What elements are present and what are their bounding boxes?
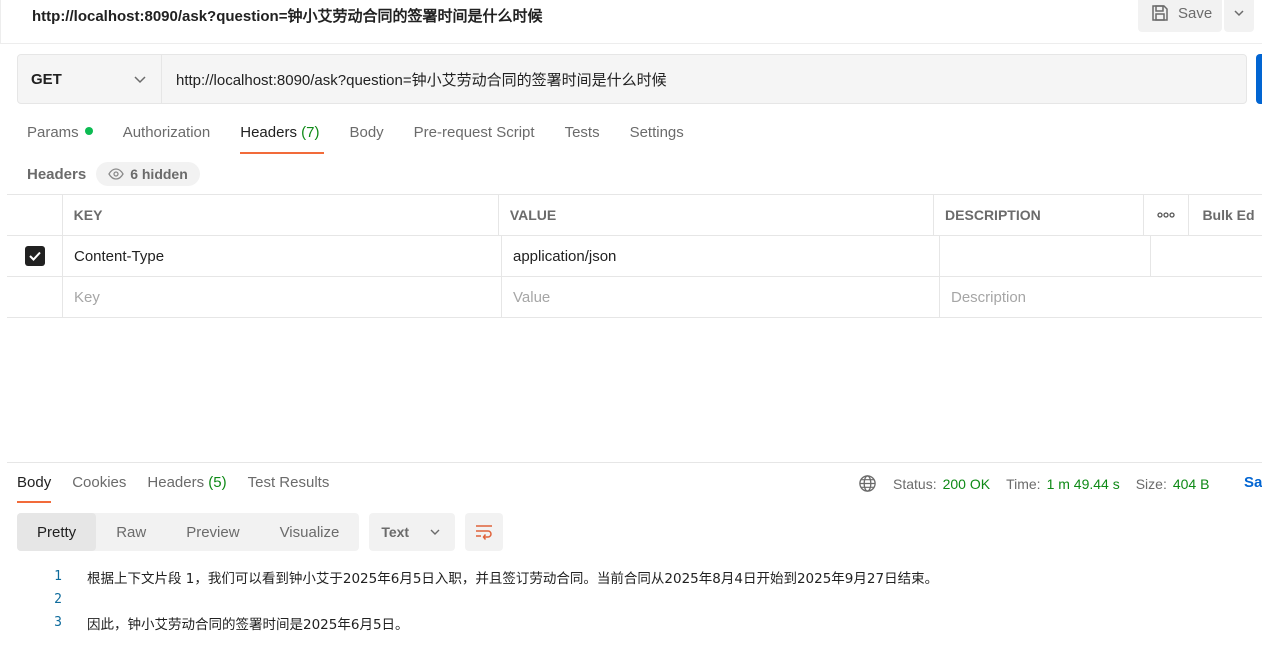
response-tab-body[interactable]: Body xyxy=(17,474,52,503)
method-select[interactable]: GET xyxy=(18,55,162,103)
save-button-label: Save xyxy=(1178,4,1213,22)
status-value[interactable]: 200 OK xyxy=(943,476,990,492)
chevron-down-icon xyxy=(430,529,440,535)
table-row-empty: Key Value Description xyxy=(7,277,1262,318)
response-status-bar: Status: 200 OK Time: 1 m 49.44 s Size: 4… xyxy=(858,474,1225,493)
tab-body[interactable]: Body xyxy=(349,124,383,154)
wrap-lines-icon xyxy=(476,525,493,540)
line-number: 2 xyxy=(54,592,62,607)
headers-section-label: Headers xyxy=(27,165,87,183)
tab-headers-label: Headers xyxy=(240,124,297,141)
column-value: VALUE xyxy=(499,195,935,235)
new-value-input[interactable]: Value xyxy=(502,277,940,317)
request-tabs: Params Authorization Headers (7) Body Pr… xyxy=(27,124,714,154)
tab-tests[interactable]: Tests xyxy=(565,124,600,154)
response-tabs: Body Cookies Headers (5) Test Results xyxy=(17,474,350,503)
response-tab-cookies[interactable]: Cookies xyxy=(72,474,126,503)
view-pretty-button[interactable]: Pretty xyxy=(17,513,97,551)
wrap-lines-button[interactable] xyxy=(465,513,504,551)
bulk-edit-button[interactable]: Bulk Ed xyxy=(1189,195,1262,235)
response-tab-headers-label: Headers xyxy=(147,474,205,491)
globe-icon[interactable] xyxy=(858,474,877,493)
response-tab-headers[interactable]: Headers (5) xyxy=(147,474,226,503)
code-line: 3 因此，钟小艾劳动合同的签署时间是2025年6月5日。 xyxy=(0,611,1262,634)
response-divider[interactable] xyxy=(7,462,1262,463)
time-value[interactable]: 1 m 49.44 s xyxy=(1047,476,1120,492)
request-header-bar: http://localhost:8090/ask?question=钟小艾劳动… xyxy=(0,0,1262,44)
column-options-button[interactable] xyxy=(1144,195,1190,235)
header-value-cell[interactable]: application/json xyxy=(502,236,940,276)
table-row: Content-Type application/json xyxy=(7,236,1262,277)
chevron-down-icon xyxy=(1234,10,1244,17)
column-key: KEY xyxy=(63,195,499,235)
tab-authorization[interactable]: Authorization xyxy=(123,124,211,154)
response-headers-count: (5) xyxy=(208,474,227,491)
tab-params[interactable]: Params xyxy=(27,124,93,154)
hidden-headers-toggle[interactable]: 6 hidden xyxy=(96,162,200,186)
tab-params-label: Params xyxy=(27,124,79,141)
params-indicator-dot xyxy=(84,127,93,135)
time-label: Time: xyxy=(1006,475,1041,492)
eye-icon xyxy=(108,168,124,180)
header-description-cell[interactable] xyxy=(940,236,1151,276)
request-title[interactable]: http://localhost:8090/ask?question=钟小艾劳动… xyxy=(32,5,542,26)
status-label: Status: xyxy=(893,475,937,492)
save-button[interactable]: Save xyxy=(1138,0,1222,32)
view-preview-button[interactable]: Preview xyxy=(166,513,259,551)
response-type-value: Text xyxy=(381,524,410,540)
line-number: 1 xyxy=(54,569,62,584)
tab-headers-count: (7) xyxy=(301,124,320,141)
save-response-button[interactable]: Sa xyxy=(1244,474,1262,491)
url-bar: GET xyxy=(17,54,1247,104)
new-description-input[interactable]: Description xyxy=(940,277,1151,317)
empty-checkbox-cell xyxy=(7,277,63,317)
line-text: 根据上下文片段 1，我们可以看到钟小艾于2025年6月5日入职，并且签订劳动合同… xyxy=(87,570,939,587)
send-button[interactable] xyxy=(1256,54,1262,104)
code-line: 2 xyxy=(0,588,1262,611)
headers-section-header: Headers 6 hidden xyxy=(27,162,200,186)
row-spacer xyxy=(1151,236,1197,276)
method-value: GET xyxy=(31,70,62,88)
response-type-select[interactable]: Text xyxy=(369,513,456,551)
view-visualize-button[interactable]: Visualize xyxy=(260,513,360,551)
header-key-cell[interactable]: Content-Type xyxy=(63,236,502,276)
chevron-down-icon xyxy=(134,76,146,84)
code-line: 1 根据上下文片段 1，我们可以看到钟小艾于2025年6月5日入职，并且签订劳动… xyxy=(0,565,1262,588)
header-checkbox-cell xyxy=(7,195,63,235)
headers-table: KEY VALUE DESCRIPTION Bulk Ed Content-Ty… xyxy=(7,194,1262,318)
view-mode-segment: Pretty Raw Preview Visualize xyxy=(17,513,360,551)
table-header-row: KEY VALUE DESCRIPTION Bulk Ed xyxy=(7,195,1262,236)
tab-headers[interactable]: Headers (7) xyxy=(240,124,325,154)
response-tab-test-results[interactable]: Test Results xyxy=(248,474,330,503)
tab-pre-request-script[interactable]: Pre-request Script xyxy=(414,124,535,154)
column-description: DESCRIPTION xyxy=(934,195,1144,235)
view-raw-button[interactable]: Raw xyxy=(96,513,166,551)
check-icon xyxy=(28,251,41,261)
row-enabled-checkbox[interactable] xyxy=(24,246,45,266)
size-value[interactable]: 404 B xyxy=(1173,476,1210,492)
line-text: 因此，钟小艾劳动合同的签署时间是2025年6月5日。 xyxy=(87,616,409,633)
line-number: 3 xyxy=(54,615,62,630)
save-options-button[interactable] xyxy=(1224,0,1254,32)
size-label: Size: xyxy=(1135,475,1167,492)
save-icon xyxy=(1152,5,1168,21)
new-key-input[interactable]: Key xyxy=(63,277,502,317)
response-view-bar: Pretty Raw Preview Visualize Text xyxy=(17,513,504,551)
more-icon xyxy=(1157,212,1175,218)
row-checkbox-cell xyxy=(7,236,63,276)
tab-settings[interactable]: Settings xyxy=(630,124,684,154)
url-input[interactable] xyxy=(162,55,1246,103)
response-body-editor[interactable]: 1 根据上下文片段 1，我们可以看到钟小艾于2025年6月5日入职，并且签订劳动… xyxy=(0,565,1262,634)
hidden-headers-count: 6 hidden xyxy=(130,166,188,182)
